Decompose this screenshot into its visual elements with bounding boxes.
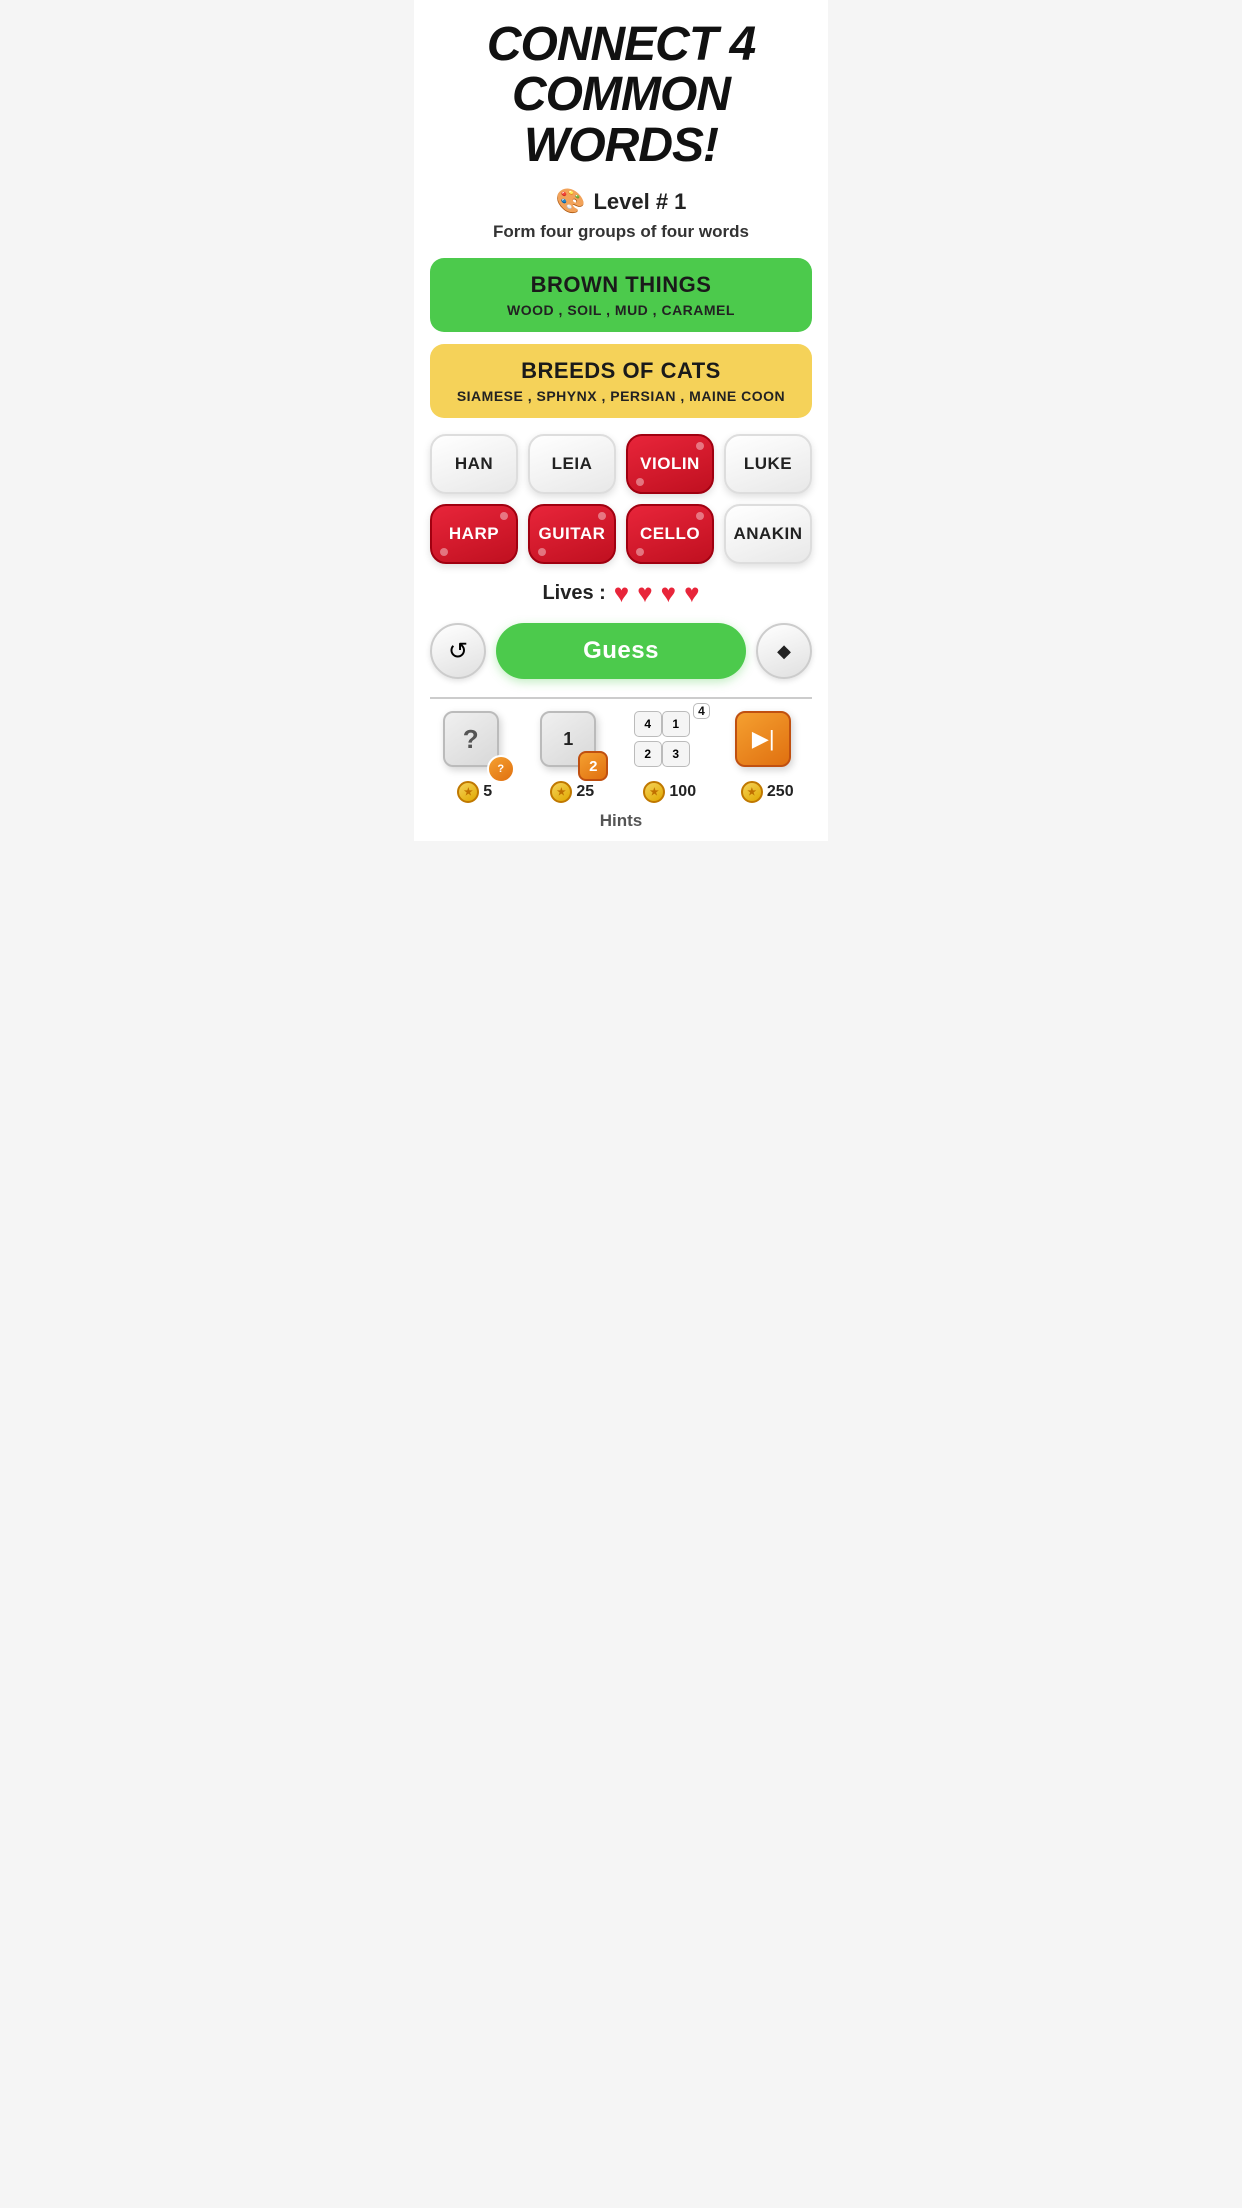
hint-reveal-letter-price: 5 [483, 783, 492, 801]
hints-label: Hints [430, 811, 812, 831]
hint-skip-level-cost: 250 [741, 781, 794, 803]
lives-row: Lives : ♥ ♥ ♥ ♥ [542, 578, 699, 609]
category-brown-things-words: WOOD , SOIL , MUD , CARAMEL [446, 302, 796, 318]
main-page: CONNECT 4COMMON WORDS! 🎨 Level # 1 Form … [414, 0, 828, 841]
eraser-button[interactable]: ◆ [756, 623, 812, 679]
category-breeds-of-cats-title: BREEDS OF CATS [446, 358, 796, 384]
word-tile-han[interactable]: HAN [430, 434, 518, 494]
game-title: CONNECT 4COMMON WORDS! [430, 20, 812, 171]
category-brown-things: BROWN THINGS WOOD , SOIL , MUD , CARAMEL [430, 258, 812, 332]
hint-reveal-letter-badge: ? [487, 755, 515, 783]
heart-4: ♥ [684, 578, 699, 609]
word-tile-leia[interactable]: LEIA [528, 434, 616, 494]
subtitle: Form four groups of four words [493, 222, 749, 242]
eraser-icon: ◆ [777, 641, 791, 662]
lives-label: Lives : [542, 582, 605, 605]
num-card-1: 1 [662, 711, 690, 737]
level-icon: 🎨 [556, 187, 586, 216]
hints-section: ? ? 5 1 2 [430, 697, 812, 831]
heart-1: ♥ [614, 578, 629, 609]
hint-reveal-group-icon-wrap: 4 1 2 3 4 [634, 711, 706, 775]
word-tile-violin[interactable]: VIOLIN [626, 434, 714, 494]
hint-pair-badge2: 2 [578, 751, 608, 781]
hint-reveal-pair-price: 25 [576, 783, 594, 801]
hint-reveal-pair-cost: 25 [550, 781, 594, 803]
hint-reveal-letter-icon-wrap: ? ? [443, 711, 507, 775]
level-label: Level # 1 [593, 189, 686, 215]
hint-skip-level-icon-wrap: ▶| [735, 711, 799, 775]
word-tile-harp[interactable]: HARP [430, 504, 518, 564]
num-card-3: 3 [662, 741, 690, 767]
category-breeds-of-cats: BREEDS OF CATS SIAMESE , SPHYNX , PERSIA… [430, 344, 812, 418]
hint-reveal-group-price: 100 [669, 783, 696, 801]
hint-skip-level-card: ▶| [735, 711, 791, 767]
category-brown-things-title: BROWN THINGS [446, 272, 796, 298]
hints-grid: ? ? 5 1 2 [430, 711, 812, 803]
coin-3 [643, 781, 665, 803]
word-tile-luke[interactable]: LUKE [724, 434, 812, 494]
word-tile-guitar[interactable]: GUITAR [528, 504, 616, 564]
hint-group-top-badge: 4 [693, 703, 710, 719]
num-card-2: 2 [634, 741, 662, 767]
hint-reveal-group[interactable]: 4 1 2 3 4 100 [625, 711, 715, 803]
heart-3: ♥ [661, 578, 676, 609]
category-breeds-of-cats-words: SIAMESE , SPHYNX , PERSIAN , MAINE COON [446, 388, 796, 404]
word-tile-cello[interactable]: CELLO [626, 504, 714, 564]
coin-4 [741, 781, 763, 803]
coin-1 [457, 781, 479, 803]
hint-reveal-group-card: 4 1 2 3 [634, 711, 690, 767]
hint-reveal-letter-cost: 5 [457, 781, 492, 803]
coin-2 [550, 781, 572, 803]
shuffle-button[interactable]: ↺ [430, 623, 486, 679]
hint-skip-level[interactable]: ▶| 250 [723, 711, 813, 803]
hint-reveal-letter[interactable]: ? ? 5 [430, 711, 520, 803]
guess-button[interactable]: Guess [496, 623, 746, 679]
heart-2: ♥ [637, 578, 652, 609]
action-row: ↺ Guess ◆ [430, 623, 812, 679]
level-row: 🎨 Level # 1 [556, 187, 687, 216]
num-card-4: 4 [634, 711, 662, 737]
word-grid: HAN LEIA VIOLIN LUKE HARP GUITAR CELLO A… [430, 434, 812, 564]
hint-reveal-pair[interactable]: 1 2 25 [528, 711, 618, 803]
hint-skip-level-price: 250 [767, 783, 794, 801]
word-tile-anakin[interactable]: ANAKIN [724, 504, 812, 564]
hint-reveal-group-cost: 100 [643, 781, 696, 803]
shuffle-icon: ↺ [448, 637, 468, 666]
hint-reveal-pair-icon-wrap: 1 2 [540, 711, 604, 775]
